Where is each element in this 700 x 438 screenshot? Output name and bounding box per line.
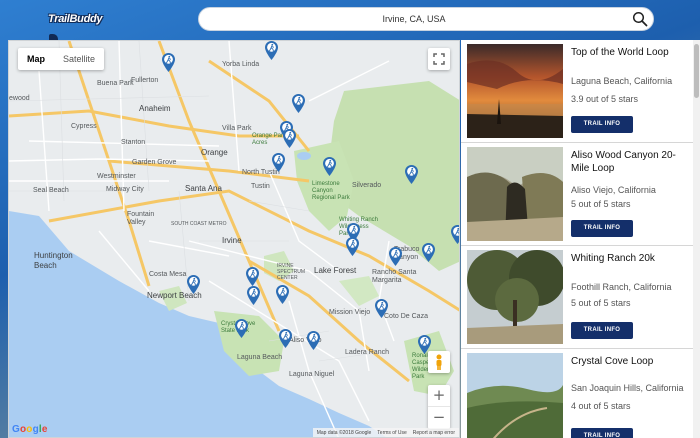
trail-list-scrollbar[interactable] xyxy=(693,40,700,438)
hiker-pin-icon[interactable] xyxy=(162,53,175,72)
hiker-pin-icon[interactable] xyxy=(292,94,305,113)
place-stanton: Stanton xyxy=(121,139,146,146)
trail-card[interactable]: Top of the World Loop Laguna Beach, Cali… xyxy=(461,40,693,143)
place-silverado: Silverado xyxy=(352,182,382,189)
trail-location: Laguna Beach, California xyxy=(571,76,673,86)
trail-location: Aliso Viejo, California xyxy=(571,185,656,195)
fullscreen-button[interactable] xyxy=(428,48,450,70)
trail-rating: 5 out of 5 stars xyxy=(571,298,631,308)
trail-rating: 5 out of 5 stars xyxy=(571,199,631,209)
place-midway-city: Midway City xyxy=(106,186,144,193)
place-mission-viejo: Mission Viejo xyxy=(329,309,371,316)
trail-location: San Joaquin Hills, California xyxy=(571,383,684,393)
fullscreen-icon xyxy=(433,53,445,65)
trail-photo[interactable] xyxy=(467,44,563,138)
trail-info-button[interactable]: TRAIL INFO xyxy=(571,322,633,339)
place-irvine: Irvine xyxy=(222,236,242,245)
trail-card[interactable]: Whiting Ranch 20k Foothill Ranch, Califo… xyxy=(461,246,693,349)
place-spectrum: IRVINE SPECTRUM CENTER xyxy=(277,263,306,281)
search-icon[interactable] xyxy=(632,11,648,27)
search-bar[interactable] xyxy=(198,7,654,31)
hiker-pin-icon[interactable] xyxy=(375,299,388,318)
hiker-pin-icon[interactable] xyxy=(246,267,259,286)
hiker-pin-icon[interactable] xyxy=(346,237,359,256)
hiker-pin-icon[interactable] xyxy=(265,41,278,60)
hiker-pin-icon[interactable] xyxy=(323,157,336,176)
trail-photo[interactable] xyxy=(467,147,563,241)
place-santa-ana: Santa Ana xyxy=(185,184,222,193)
place-laguna-niguel: Laguna Niguel xyxy=(289,371,335,378)
place-seal-beach: Seal Beach xyxy=(33,187,69,194)
zoom-in-button[interactable]: + xyxy=(428,385,450,407)
trail-photo[interactable] xyxy=(467,250,563,344)
hiker-pin-icon[interactable] xyxy=(235,319,248,338)
map-data-credit: Map data ©2018 Google xyxy=(316,430,372,436)
hiker-pin-icon[interactable] xyxy=(451,225,460,244)
trail-name[interactable]: Aliso Wood Canyon 20-Mile Loop xyxy=(571,149,689,175)
trail-list[interactable]: Top of the World Loop Laguna Beach, Cali… xyxy=(461,40,693,438)
trail-name[interactable]: Whiting Ranch 20k xyxy=(571,252,689,265)
place-fullerton: Fullerton xyxy=(131,77,159,84)
hiker-pin-icon[interactable] xyxy=(272,153,285,172)
trail-name[interactable]: Crystal Cove Loop xyxy=(571,355,689,368)
search-input[interactable] xyxy=(199,8,629,30)
place-costa-mesa: Costa Mesa xyxy=(149,271,187,278)
map-footer: Map data ©2018 Google Terms of Use Repor… xyxy=(312,428,459,437)
trail-rating: 3.9 out of 5 stars xyxy=(571,94,639,104)
trail-card[interactable]: Aliso Wood Canyon 20-Mile Loop Aliso Vie… xyxy=(461,143,693,246)
top-bar: TrailBuddy xyxy=(0,0,700,41)
zoom-out-button[interactable]: − xyxy=(428,407,450,429)
pegman-icon xyxy=(436,354,442,370)
place-orange: Orange xyxy=(201,148,228,157)
report-error-link[interactable]: Report a map error xyxy=(413,430,455,437)
place-garden-grove: Garden Grove xyxy=(132,159,177,166)
hiker-pin-icon[interactable] xyxy=(405,165,418,184)
place-south-coast-metro: SOUTH COAST METRO xyxy=(171,221,227,227)
place-coto-de-caza: Coto De Caza xyxy=(384,313,428,320)
place-ladera-ranch: Ladera Ranch xyxy=(345,349,389,356)
place-limestone: Limestone Canyon Regional Park xyxy=(312,181,350,201)
scrollbar-thumb[interactable] xyxy=(694,44,699,98)
trail-info-button[interactable]: TRAIL INFO xyxy=(571,220,633,237)
place-rossmoor: ewood xyxy=(9,95,30,102)
place-tustin: Tustin xyxy=(251,183,270,190)
place-buena-park: Buena Park xyxy=(97,80,134,87)
pegman-button[interactable] xyxy=(428,351,450,373)
place-rancho-santa-margarita: Rancho Santa Margarita xyxy=(372,269,417,284)
trail-rating: 4 out of 5 stars xyxy=(571,401,631,411)
place-cypress: Cypress xyxy=(71,123,97,130)
place-fountain-valley: Fountain Valley xyxy=(127,211,155,226)
hiker-pin-icon[interactable] xyxy=(187,275,200,294)
map-type-control: Map Satellite xyxy=(18,48,105,70)
hiker-pin-icon[interactable] xyxy=(279,329,292,348)
trail-card[interactable]: Crystal Cove Loop San Joaquin Hills, Cal… xyxy=(461,349,693,438)
place-yorba-linda: Yorba Linda xyxy=(222,61,260,68)
map-type-satellite-button[interactable]: Satellite xyxy=(54,48,104,70)
trail-map[interactable]: Fullerton Yorba Linda Buena Park Anaheim… xyxy=(8,40,460,438)
hiker-pin-icon[interactable] xyxy=(247,286,260,305)
hiker-pin-icon[interactable] xyxy=(276,285,289,304)
terms-link[interactable]: Terms of Use xyxy=(377,430,406,437)
hiker-pin-icon[interactable] xyxy=(422,243,435,262)
place-villa-park: Villa Park xyxy=(222,125,252,132)
place-westminster: Westminster xyxy=(97,173,136,180)
trail-name[interactable]: Top of the World Loop xyxy=(571,46,689,59)
hiker-pin-icon[interactable] xyxy=(307,331,320,350)
place-anaheim: Anaheim xyxy=(139,104,171,113)
trail-info-button[interactable]: TRAIL INFO xyxy=(571,428,633,438)
hiker-pin-icon[interactable] xyxy=(389,247,402,266)
trail-location: Foothill Ranch, California xyxy=(571,282,672,292)
trail-info-button[interactable]: TRAIL INFO xyxy=(571,116,633,133)
hiker-pin-icon[interactable] xyxy=(283,129,296,148)
place-huntington-beach: Huntington Beach xyxy=(34,251,73,270)
place-lake-forest: Lake Forest xyxy=(314,266,357,275)
place-laguna-beach: Laguna Beach xyxy=(237,354,283,361)
zoom-control: + − xyxy=(428,385,450,429)
trail-photo[interactable] xyxy=(467,353,563,438)
google-logo: Google xyxy=(12,424,48,435)
map-type-map-button[interactable]: Map xyxy=(18,48,54,70)
site-logo[interactable]: TrailBuddy xyxy=(48,10,103,41)
